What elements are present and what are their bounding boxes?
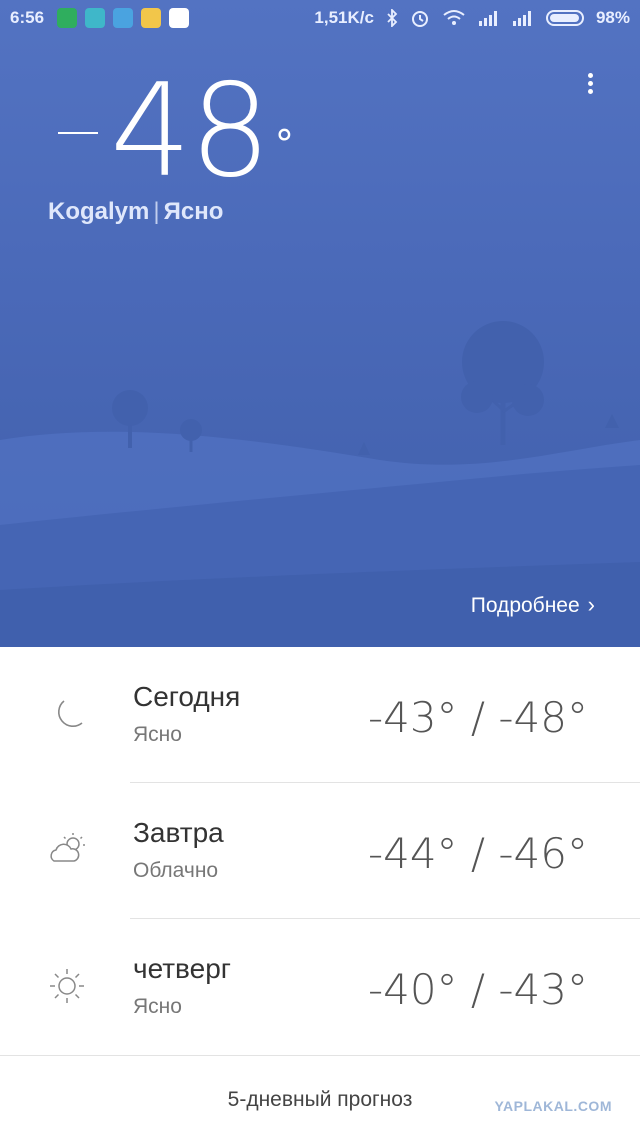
more-dot: [587, 81, 593, 86]
weather-app-icon: [141, 8, 161, 28]
day-condition: Ясно: [133, 995, 182, 1018]
day-name: четверг: [133, 953, 231, 984]
battery-level: [549, 14, 580, 22]
day-condition: Ясно: [133, 723, 182, 746]
details-link[interactable]: Подробнее ›: [471, 592, 595, 618]
watermark: YAPLAKAL.COM: [494, 1098, 612, 1114]
day-temperature-range: -44° / -46°: [367, 829, 588, 878]
forecast-row[interactable]: Завтра Облачно -44° / -46°: [0, 783, 640, 919]
location-line[interactable]: Kogalym | Ясно: [48, 198, 223, 226]
day-name: Сегодня: [133, 681, 241, 712]
forecast-row[interactable]: Сегодня Ясно -43° / -48°: [0, 647, 640, 783]
city-name: Kogalym: [48, 198, 150, 225]
status-time: 6:56: [10, 8, 45, 27]
wifi-icon: [443, 10, 465, 25]
day-condition: Облачно: [133, 859, 219, 882]
weather-hero: 6:56 1,51K/c 98% 48 ° Kogalym | Ясно Подроб…: [0, 0, 640, 647]
forecast-row[interactable]: четверг Ясно -40° / -43°: [0, 919, 640, 1055]
play-store-icon: [169, 8, 189, 28]
clock-app-icon: [85, 8, 105, 28]
shield-app-icon: [57, 8, 77, 28]
separator: |: [153, 198, 160, 225]
partly-cloudy-icon: [50, 833, 85, 862]
details-label: Подробнее: [470, 594, 580, 617]
sun-icon: [50, 969, 84, 1003]
bluetooth-icon: [387, 9, 398, 27]
moon-icon: [58, 700, 83, 727]
battery-percent: 98%: [595, 8, 630, 27]
day-temperature-range: -40° / -43°: [367, 965, 588, 1014]
more-dot: [587, 89, 593, 94]
minus-sign: [58, 131, 98, 134]
day-temperature-range: -43° / -48°: [367, 693, 588, 742]
signal-icon: [478, 11, 497, 26]
notification-icons: [57, 8, 189, 28]
current-temperature: 48 °: [58, 68, 294, 196]
degree-symbol: °: [274, 122, 294, 166]
day-name: Завтра: [133, 817, 224, 848]
signal-icon: [512, 11, 531, 26]
chevron-right-icon: ›: [587, 592, 595, 617]
forecast-list: Сегодня Ясно -43° / -48° Завтра Облачно …: [0, 647, 640, 1055]
upload-icon: [113, 8, 133, 28]
five-day-forecast-button[interactable]: 5-дневный прогноз: [0, 1055, 640, 1138]
status-bar: 6:56 1,51K/c 98%: [0, 0, 640, 36]
battery-icon: [545, 10, 584, 26]
network-speed: 1,51K/c: [314, 8, 374, 27]
more-dot: [587, 73, 593, 78]
temperature-value: 48: [110, 57, 271, 206]
more-options-button[interactable]: [578, 70, 602, 106]
current-condition: Ясно: [163, 198, 224, 225]
alarm-icon: [411, 11, 428, 27]
status-right: 1,51K/c 98%: [314, 8, 630, 28]
